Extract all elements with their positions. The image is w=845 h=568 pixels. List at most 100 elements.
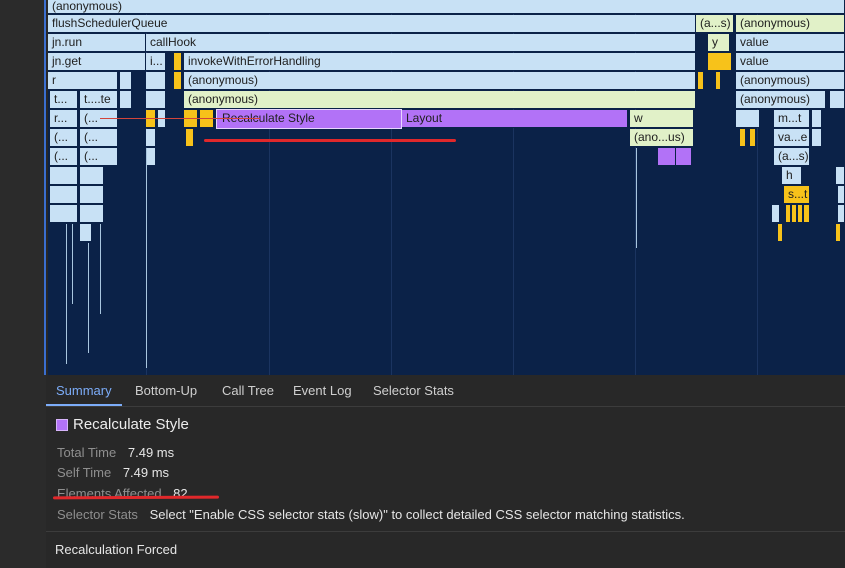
flame-entry[interactable]: value — [736, 53, 845, 71]
flame-entry[interactable] — [786, 205, 791, 223]
flame-entry[interactable]: (anonymous) — [736, 15, 845, 33]
recalculation-forced-heading[interactable]: Recalculation Forced — [55, 542, 177, 557]
flame-entry[interactable]: (... — [80, 110, 118, 128]
flame-entry[interactable]: (ano...us) — [630, 129, 694, 147]
flame-entry[interactable] — [80, 186, 104, 204]
flame-entry[interactable] — [708, 53, 732, 71]
layout-entry[interactable]: Layout — [402, 110, 628, 128]
flame-entry[interactable]: i... — [146, 53, 166, 71]
flame-entry[interactable]: flushSchedulerQueue — [48, 15, 696, 33]
total-time-row: Total Time 7.49 ms — [57, 445, 174, 460]
flame-entry[interactable]: y — [708, 34, 730, 52]
flame-entry[interactable] — [740, 129, 746, 147]
flame-entry[interactable]: value — [736, 34, 845, 52]
flame-entry[interactable] — [698, 72, 704, 90]
flame-entry[interactable]: r... — [50, 110, 78, 128]
tab-selector-stats[interactable]: Selector Stats — [373, 375, 454, 406]
flame-entry[interactable]: callHook — [146, 34, 696, 52]
flame-entry[interactable] — [174, 53, 182, 71]
flame-entry[interactable] — [146, 129, 156, 147]
flame-entry[interactable] — [804, 205, 810, 223]
flame-entry[interactable]: (anonymous) — [184, 91, 696, 109]
flame-entry[interactable] — [716, 72, 721, 90]
tab-bottom-up[interactable]: Bottom-Up — [135, 375, 197, 406]
selector-stats-row: Selector Stats Select "Enable CSS select… — [57, 507, 685, 522]
flame-entry[interactable] — [772, 205, 780, 223]
annotation-underline — [52, 495, 220, 500]
flame-tick — [72, 224, 73, 304]
flame-entry[interactable]: (anonymous) — [736, 72, 845, 90]
flame-entry[interactable]: jn.get — [48, 53, 146, 71]
flame-entry[interactable] — [50, 205, 78, 223]
flame-entry[interactable] — [120, 91, 132, 109]
flame-entry[interactable] — [838, 205, 845, 223]
tab-event-log[interactable]: Event Log — [293, 375, 352, 406]
flame-entry[interactable] — [50, 186, 78, 204]
flame-entry[interactable]: s...t — [784, 186, 810, 204]
flame-entry[interactable] — [658, 148, 676, 166]
flame-entry[interactable] — [174, 72, 182, 90]
summary-panel: Recalculate Style Total Time 7.49 ms Sel… — [46, 407, 845, 531]
flame-entry[interactable]: (anonymous) — [736, 91, 826, 109]
initiator-arrow — [100, 118, 260, 119]
flame-entry[interactable]: (a...s) — [774, 148, 810, 166]
flame-entry[interactable]: w — [630, 110, 694, 128]
flame-entry[interactable] — [146, 110, 156, 128]
flame-entry[interactable] — [838, 186, 845, 204]
flame-entry[interactable] — [146, 148, 156, 166]
flame-entry[interactable] — [798, 205, 803, 223]
flame-entry[interactable] — [676, 148, 692, 166]
flame-entry[interactable] — [146, 91, 166, 109]
flame-entry[interactable] — [158, 110, 166, 128]
flame-entry[interactable] — [778, 224, 783, 242]
flame-entry[interactable] — [146, 72, 166, 90]
flame-entry[interactable]: h — [782, 167, 802, 185]
flame-entry[interactable]: t... — [50, 91, 78, 109]
annotation-underline — [204, 139, 456, 142]
flame-entry[interactable] — [80, 167, 104, 185]
details-tab-bar: Summary Bottom-Up Call Tree Event Log Se… — [46, 375, 845, 407]
selector-stats-hint: Select "Enable CSS selector stats (slow)… — [149, 507, 685, 522]
flame-tick — [636, 148, 637, 248]
flame-entry[interactable] — [812, 110, 822, 128]
flame-entry[interactable]: (a...s) — [696, 15, 734, 33]
flame-entry[interactable]: invokeWithErrorHandling — [184, 53, 696, 71]
flame-entry[interactable]: jn.run — [48, 34, 146, 52]
flame-chart[interactable]: (anonymous) flushSchedulerQueue (a...s) … — [48, 0, 845, 375]
flame-entry[interactable] — [836, 224, 841, 242]
recalculate-style-entry[interactable]: Recalculate Style — [216, 109, 402, 129]
flame-entry[interactable] — [50, 167, 78, 185]
total-time-value: 7.49 ms — [127, 445, 175, 460]
flame-entry[interactable] — [184, 110, 198, 128]
flame-tick — [100, 224, 101, 314]
flame-entry[interactable]: r — [48, 72, 118, 90]
flame-entry[interactable] — [80, 224, 92, 242]
gutter-edge — [44, 0, 46, 375]
flame-entry[interactable] — [80, 205, 104, 223]
flame-entry[interactable] — [120, 72, 132, 90]
tab-summary[interactable]: Summary — [46, 375, 122, 406]
flame-entry[interactable] — [200, 110, 214, 128]
category-swatch — [56, 419, 68, 431]
flame-entry[interactable]: t....te — [80, 91, 118, 109]
flame-entry[interactable]: (... — [80, 148, 118, 166]
flame-entry[interactable]: (anonymous) — [48, 0, 845, 14]
flame-entry[interactable] — [836, 167, 845, 185]
self-time-row: Self Time 7.49 ms — [57, 465, 169, 480]
flame-entry[interactable] — [830, 91, 845, 109]
flame-entry[interactable]: (... — [50, 148, 78, 166]
flame-entry[interactable] — [812, 129, 822, 147]
flame-entry[interactable]: (anonymous) — [184, 72, 696, 90]
flame-entry[interactable] — [186, 129, 194, 147]
side-gutter — [0, 0, 46, 568]
flame-entry[interactable]: va...e — [774, 129, 810, 147]
flame-entry[interactable]: m...t — [774, 110, 810, 128]
flame-entry[interactable] — [750, 129, 756, 147]
tab-call-tree[interactable]: Call Tree — [222, 375, 274, 406]
selector-stats-label: Selector Stats — [57, 507, 138, 522]
flame-tick — [146, 148, 147, 368]
flame-entry[interactable]: (... — [50, 129, 78, 147]
flame-entry[interactable] — [736, 110, 760, 128]
flame-entry[interactable]: (... — [80, 129, 118, 147]
flame-entry[interactable] — [792, 205, 797, 223]
